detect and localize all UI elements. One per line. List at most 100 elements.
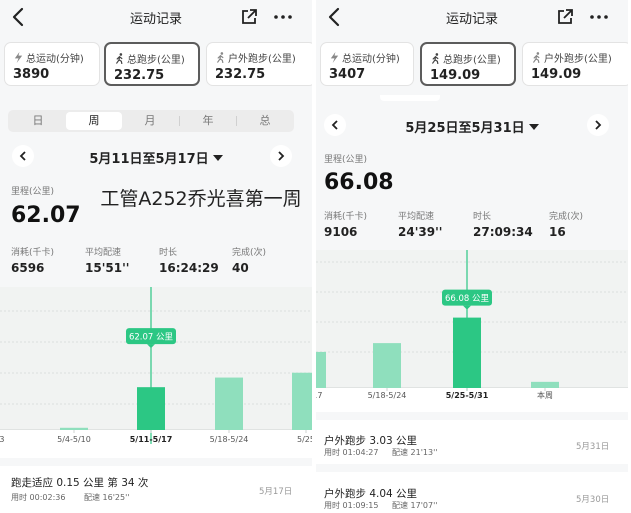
- record-duration: 用时 00:02:36: [11, 493, 66, 502]
- bar[interactable]: [373, 343, 401, 388]
- stat-card-total-exercise[interactable]: 总运动(分钟) 3407: [320, 42, 414, 86]
- duration-value: 16:24:29: [159, 261, 219, 275]
- next-period-button[interactable]: [270, 145, 292, 167]
- date-range-text: 5月11日至5月17日: [89, 152, 209, 167]
- right-screen: 运动记录 总运动(分钟) 3407 总跑步(公里) 149.09 户外跑步(公里…: [316, 0, 628, 513]
- avg-pace-label: 平均配速: [85, 248, 122, 258]
- scroll-hint: [380, 95, 440, 101]
- duration-label: 时长: [473, 212, 492, 222]
- weekly-distance-chart[interactable]: 66.08 公里: [316, 250, 628, 388]
- calories-value: 6596: [11, 261, 45, 275]
- share-icon[interactable]: [556, 8, 574, 26]
- record-date: 5月30日: [576, 495, 610, 505]
- tab-day[interactable]: 日: [10, 112, 66, 130]
- avg-pace-value: 24'39'': [398, 225, 443, 239]
- avg-pace-value: 15'51'': [85, 261, 130, 275]
- stat-card-outdoor-running[interactable]: 户外跑步(公里) 232.75: [206, 42, 312, 86]
- completed-label: 完成(次): [232, 248, 267, 258]
- bar[interactable]: [137, 387, 165, 430]
- date-range-selector[interactable]: 5月25日至5月31日: [316, 117, 628, 136]
- completed-label: 完成(次): [549, 212, 584, 222]
- x-axis-svg: 5/3 5/4-5/10 5/11-5/17 5/18-5/24 5/25: [0, 430, 312, 444]
- bolt-icon: [330, 52, 339, 63]
- stat-card-value: 232.75: [114, 68, 165, 83]
- stat-card-value: 3407: [329, 67, 366, 82]
- stat-card-label: 总跑步(公里): [127, 55, 185, 66]
- record-item[interactable]: 户外跑步 4.04 公里 用时 01:09:15 配速 17'07'' 5月30…: [316, 472, 628, 513]
- bar-chart-svg: 66.08 公里: [316, 250, 628, 388]
- duration-label: 时长: [159, 248, 178, 258]
- stat-card-value: 149.09: [430, 68, 481, 83]
- avg-pace-label: 平均配速: [398, 212, 435, 222]
- bar[interactable]: [316, 351, 326, 388]
- x-tick-label: 5/4-5/10: [57, 435, 91, 444]
- share-icon[interactable]: [240, 8, 258, 26]
- value-tooltip: 62.07 公里: [126, 328, 176, 349]
- record-title: 户外跑步 3.03 公里: [324, 435, 418, 447]
- distance-value: 66.08: [324, 170, 394, 195]
- bar[interactable]: [453, 317, 481, 388]
- caret-down-icon: [528, 124, 539, 130]
- bar[interactable]: [215, 377, 243, 430]
- x-tick-label: 5/25-5/31: [446, 391, 489, 400]
- stat-card-label: 户外跑步(公里): [544, 54, 612, 65]
- x-axis-svg: -5/17 5/18-5/24 5/25-5/31 本周: [316, 388, 553, 400]
- stat-card-value: 149.09: [531, 67, 582, 82]
- record-date: 5月31日: [576, 442, 610, 452]
- x-tick-label: 5/11-5/17: [130, 435, 173, 444]
- distance-label: 里程(公里): [11, 187, 55, 197]
- stat-card-label: 总运动(分钟): [26, 54, 84, 65]
- stat-card-total-running[interactable]: 总跑步(公里) 232.75: [104, 42, 200, 86]
- tab-total[interactable]: 总: [237, 112, 293, 130]
- caret-down-icon: [212, 155, 223, 161]
- completed-value: 40: [232, 261, 249, 275]
- bar[interactable]: [292, 372, 312, 430]
- x-tick-label: 本周: [537, 390, 553, 400]
- calories-value: 9106: [324, 225, 358, 239]
- period-segmented-control: 日 周 月 年 总: [8, 110, 294, 132]
- stat-card-outdoor-running[interactable]: 户外跑步(公里) 149.09: [522, 42, 628, 86]
- record-item[interactable]: 跑走适应 0.15 公里 第 34 次 用时 00:02:36 配速 16'25…: [0, 466, 312, 513]
- tooltip-pointer: [463, 305, 471, 310]
- tab-year[interactable]: 年: [180, 112, 236, 130]
- nav-title: 运动记录: [445, 12, 498, 27]
- stat-card-total-exercise[interactable]: 总运动(分钟) 3890: [4, 42, 100, 86]
- tab-week[interactable]: 周: [66, 112, 122, 130]
- more-icon[interactable]: [588, 6, 610, 28]
- record-item[interactable]: 户外跑步 3.03 公里 用时 01:04:27 配速 21'13'' 5月31…: [316, 420, 628, 464]
- chevron-right-icon: [278, 151, 285, 161]
- nav-bar: 运动记录: [0, 0, 312, 34]
- record-date: 5月17日: [259, 487, 293, 497]
- stat-card-label: 总运动(分钟): [342, 54, 400, 65]
- runner-icon: [217, 52, 224, 63]
- date-range-row: 5月25日至5月31日: [316, 113, 628, 137]
- runner-icon: [432, 53, 439, 64]
- bolt-icon: [14, 52, 23, 63]
- record-duration: 用时 01:09:15: [324, 501, 379, 510]
- bar-chart-svg: 62.07 公里: [0, 287, 312, 430]
- record-duration: 用时 01:04:27: [324, 448, 379, 457]
- runner-icon: [533, 52, 540, 63]
- record-pace: 配速 17'07'': [392, 501, 438, 510]
- more-icon[interactable]: [272, 6, 294, 28]
- runner-icon: [116, 53, 123, 64]
- calories-label: 消耗(千卡): [11, 248, 55, 258]
- date-range-row: 5月11日至5月17日: [0, 144, 312, 168]
- x-tick-label: -5/17: [316, 391, 322, 400]
- record-title: 户外跑步 4.04 公里: [324, 488, 418, 500]
- value-tooltip: 66.08 公里: [442, 289, 492, 310]
- tab-month[interactable]: 月: [122, 112, 178, 130]
- nav-bar: 运动记录: [316, 0, 628, 34]
- distance-value: 62.07: [11, 203, 81, 228]
- calories-label: 消耗(千卡): [324, 212, 368, 222]
- chart-axis-area: 5/3 5/4-5/10 5/11-5/17 5/18-5/24 5/25: [0, 430, 312, 458]
- distance-label: 里程(公里): [324, 155, 368, 165]
- stat-card-total-running[interactable]: 总跑步(公里) 149.09: [420, 42, 516, 86]
- tooltip-label: 66.08 公里: [445, 294, 490, 304]
- date-range-selector[interactable]: 5月11日至5月17日: [0, 148, 312, 167]
- next-period-button[interactable]: [587, 114, 609, 136]
- weekly-distance-chart[interactable]: 62.07 公里: [0, 287, 312, 430]
- x-tick-label: 5/18-5/24: [210, 435, 249, 444]
- completed-value: 16: [549, 225, 566, 239]
- x-tick-label: 5/25: [297, 435, 312, 444]
